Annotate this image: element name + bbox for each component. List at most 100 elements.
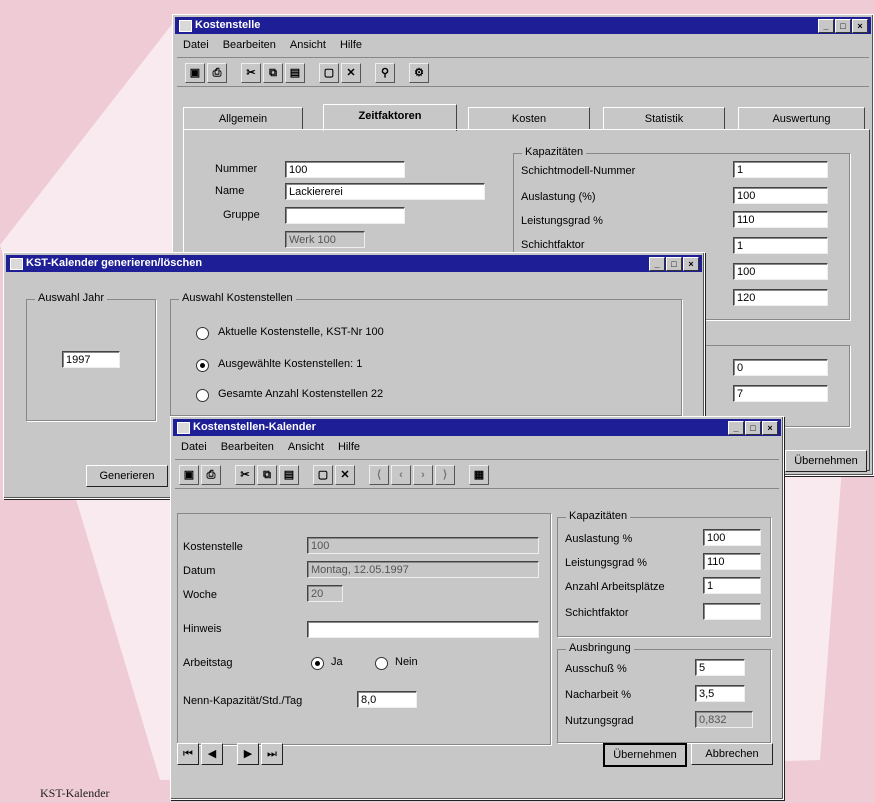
lower-field-1[interactable]: 0 (733, 359, 828, 376)
find-icon[interactable]: ⚲ (375, 63, 395, 83)
cut-icon[interactable]: ✂ (235, 465, 255, 485)
radio-ausgewaehlte-kst-label: Ausgewählte Kostenstellen: 1 (218, 358, 363, 370)
delete-icon[interactable]: ✕ (335, 465, 355, 485)
cut-icon[interactable]: ✂ (241, 63, 261, 83)
save-icon[interactable]: ▣ (185, 63, 205, 83)
nav-first-icon[interactable]: ⟨ (369, 465, 389, 485)
save-icon[interactable]: ▣ (179, 465, 199, 485)
new-icon[interactable]: ▢ (313, 465, 333, 485)
nav-prev-button[interactable]: ◀ (201, 743, 223, 765)
field-gruppe[interactable] (285, 207, 405, 224)
toolbar: ▣ ⎙ ✂ ⧉ ▤ ▢ ✕ ⚲ ⚙ (177, 57, 869, 87)
menu-hilfe[interactable]: Hilfe (338, 438, 360, 456)
nav-last-button[interactable]: ⏭ (261, 743, 283, 765)
uebernehmen-button-win1[interactable]: Übernehmen (785, 450, 867, 472)
menu-ansicht[interactable]: Ansicht (288, 438, 324, 456)
maximize-button[interactable]: □ (666, 257, 682, 271)
minimize-button[interactable]: _ (728, 421, 744, 435)
close-button[interactable]: × (852, 19, 868, 33)
nav-prev-icon[interactable]: ‹ (391, 465, 411, 485)
ausb-label-nutzungsgrad: Nutzungsgrad (565, 715, 634, 727)
radio-gesamte-kst[interactable] (196, 389, 209, 402)
field-name[interactable]: Lackiererei (285, 183, 485, 200)
copy-icon[interactable]: ⧉ (257, 465, 277, 485)
kap-field-6[interactable]: 120 (733, 289, 828, 306)
menubar: Datei Bearbeiten Ansicht Hilfe (175, 438, 360, 456)
ausb-label-ausschuss: Ausschuß % (565, 663, 627, 675)
radio-arbeitstag-ja-label: Ja (331, 656, 343, 668)
tools-icon[interactable]: ⚙ (409, 63, 429, 83)
kap-field-2[interactable]: 100 (733, 187, 828, 204)
radio-arbeitstag-nein[interactable] (375, 657, 388, 670)
menu-bearbeiten[interactable]: Bearbeiten (223, 36, 276, 54)
close-button[interactable]: × (762, 421, 778, 435)
menu-datei[interactable]: Datei (181, 438, 207, 456)
nav-last-icon[interactable]: ⟩ (435, 465, 455, 485)
maximize-button[interactable]: □ (835, 19, 851, 33)
delete-icon[interactable]: ✕ (341, 63, 361, 83)
kap-field-leistungsgrad[interactable]: 110 (703, 553, 761, 570)
kap-label-schichtfaktor: Schichtfaktor (565, 607, 629, 619)
print-icon[interactable]: ⎙ (201, 465, 221, 485)
kap-label-auslastung: Auslastung (%) (521, 191, 596, 203)
copy-icon[interactable]: ⧉ (263, 63, 283, 83)
tab-statistik[interactable]: Statistik (603, 107, 725, 130)
window-title: KST-Kalender generieren/löschen (26, 257, 203, 269)
maximize-button[interactable]: □ (745, 421, 761, 435)
menu-datei[interactable]: Datei (183, 36, 209, 54)
kap-field-auslastung[interactable]: 100 (703, 529, 761, 546)
generieren-button[interactable]: Generieren (86, 465, 168, 487)
paste-icon[interactable]: ▤ (279, 465, 299, 485)
kap-field-arbeitsplaetze[interactable]: 1 (703, 577, 761, 594)
nav-first-button[interactable]: ⏮ (177, 743, 199, 765)
radio-ausgewaehlte-kst[interactable] (196, 359, 209, 372)
label-hinweis: Hinweis (183, 623, 222, 635)
tab-auswertung[interactable]: Auswertung (738, 107, 865, 130)
lower-field-2[interactable]: 7 (733, 385, 828, 402)
menubar: Datei Bearbeiten Ansicht Hilfe (177, 36, 362, 54)
nav-next-button[interactable]: ▶ (237, 743, 259, 765)
window-kst-generieren-titlebar[interactable]: KST-Kalender generieren/löschen _ □ × (6, 255, 702, 272)
field-hinweis[interactable] (307, 621, 539, 638)
kap-field-5[interactable]: 100 (733, 263, 828, 280)
group-auswahl-kst-title: Auswahl Kostenstellen (179, 292, 296, 304)
kap-field-4[interactable]: 1 (733, 237, 828, 254)
calendar-icon[interactable]: ▦ (469, 465, 489, 485)
window-kst-kalender-titlebar[interactable]: Kostenstellen-Kalender _ □ × (173, 419, 781, 436)
tab-kosten[interactable]: Kosten (468, 107, 590, 130)
kap-field-3[interactable]: 110 (733, 211, 828, 228)
minimize-button[interactable]: _ (649, 257, 665, 271)
radio-arbeitstag-ja[interactable] (311, 657, 324, 670)
menu-hilfe[interactable]: Hilfe (340, 36, 362, 54)
tab-strip: Allgemein Zeitfaktoren Kosten Statistik … (183, 104, 868, 131)
ausb-field-ausschuss[interactable]: 5 (695, 659, 745, 676)
uebernehmen-button[interactable]: Übernehmen (603, 743, 687, 767)
tab-allgemein[interactable]: Allgemein (183, 107, 303, 130)
radio-aktuelle-kst[interactable] (196, 327, 209, 340)
close-button[interactable]: × (683, 257, 699, 271)
label-nummer: Nummer (215, 163, 258, 175)
group-auswahl-jahr-title: Auswahl Jahr (35, 292, 108, 304)
group-ausbringung-title: Ausbringung (566, 642, 634, 654)
field-datum: Montag, 12.05.1997 (307, 561, 539, 578)
field-nenn-kapazitaet[interactable]: 8,0 (357, 691, 417, 708)
ausb-label-nacharbeit: Nacharbeit % (565, 689, 632, 701)
menu-bearbeiten[interactable]: Bearbeiten (221, 438, 274, 456)
abbrechen-button[interactable]: Abbrechen (691, 743, 773, 765)
tab-zeitfaktoren[interactable]: Zeitfaktoren (323, 104, 457, 131)
field-nummer[interactable]: 100 (285, 161, 405, 178)
ausb-field-nacharbeit[interactable]: 3,5 (695, 685, 745, 702)
new-icon[interactable]: ▢ (319, 63, 339, 83)
print-icon[interactable]: ⎙ (207, 63, 227, 83)
nav-next-icon[interactable]: › (413, 465, 433, 485)
year-field[interactable]: 1997 (62, 351, 120, 368)
kap-field-schichtfaktor[interactable] (703, 603, 761, 620)
paste-icon[interactable]: ▤ (285, 63, 305, 83)
kap-field-1[interactable]: 1 (733, 161, 828, 178)
label-nenn-kapazitaet: Nenn-Kapazität/Std./Tag (183, 695, 303, 707)
kap-label-leistungsgrad: Leistungsgrad % (521, 215, 603, 227)
window-kostenstelle-titlebar[interactable]: Kostenstelle _ □ × (175, 17, 871, 34)
kap-label-leistungsgrad: Leistungsgrad % (565, 557, 647, 569)
menu-ansicht[interactable]: Ansicht (290, 36, 326, 54)
minimize-button[interactable]: _ (818, 19, 834, 33)
